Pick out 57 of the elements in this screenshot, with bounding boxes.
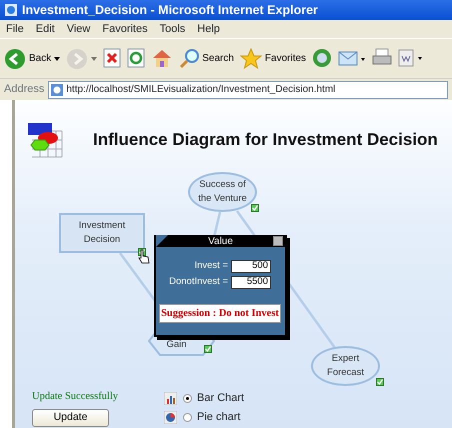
status-message: Update Successfully: [32, 390, 118, 404]
value-field[interactable]: 500: [231, 260, 271, 273]
checkbox[interactable]: [251, 204, 259, 212]
url-text: http://localhost/SMILEvisualization/Investment_Decision.html: [66, 83, 336, 97]
media-icon: [312, 48, 332, 70]
node-label: Forecast: [327, 366, 364, 380]
refresh-button[interactable]: [127, 48, 146, 70]
ellipse-node[interactable]: Success of the Venture: [188, 172, 257, 212]
node-label: Success of: [199, 178, 246, 192]
document-icon: [398, 48, 424, 70]
stop-icon: [103, 48, 122, 70]
caret-icon: [54, 56, 60, 60]
suggestion-text: Suggession : Do not Invest: [159, 304, 281, 324]
field-label: Invest =: [194, 259, 228, 273]
menu-item[interactable]: Tools: [160, 20, 186, 38]
media-button[interactable]: [312, 48, 332, 70]
checkbox[interactable]: [376, 378, 384, 386]
popup-title: Value: [208, 234, 233, 248]
radio-button[interactable]: [183, 394, 192, 402]
bar-chart-icon: [164, 392, 178, 404]
menu-item[interactable]: Edit: [36, 20, 55, 38]
home-icon: [151, 48, 174, 70]
address-label: Address: [4, 82, 44, 98]
refresh-icon: [127, 48, 146, 70]
option-label[interactable]: Pie chart: [197, 408, 240, 426]
search-button[interactable]: Search: [179, 48, 234, 70]
page-icon: [51, 84, 64, 96]
search-icon: [179, 48, 200, 70]
checkbox[interactable]: [204, 345, 212, 353]
node-label: Decision: [84, 233, 120, 247]
option-label[interactable]: Bar Chart: [197, 390, 244, 406]
menu-item[interactable]: File: [6, 20, 24, 38]
update-button[interactable]: Update: [32, 408, 109, 427]
pie-chart-icon: [164, 410, 178, 424]
word-button[interactable]: [398, 48, 424, 70]
field-label: DonotInvest =: [169, 275, 228, 290]
stop-button[interactable]: [103, 48, 122, 70]
value-field[interactable]: 5500: [231, 276, 271, 289]
caret-icon: [91, 56, 98, 60]
address-field[interactable]: http://localhost/SMILEvisualization/Investment_Decision.html: [48, 80, 448, 98]
menu-item[interactable]: Help: [197, 20, 220, 38]
node-label: Investment: [78, 218, 126, 233]
window-title: Investment_Decision - Microsoft Internet Explorer: [22, 2, 318, 19]
forward-icon: [66, 48, 88, 70]
node-label: Gain: [166, 338, 187, 352]
star-icon: [240, 48, 262, 70]
diagram-logo-icon: [28, 122, 63, 158]
back-button[interactable]: Back: [4, 48, 60, 70]
back-icon: [4, 48, 26, 70]
radio-button[interactable]: [183, 412, 192, 422]
node-label: the Venture: [198, 192, 247, 206]
home-button[interactable]: [151, 48, 174, 70]
menu-item[interactable]: View: [66, 20, 90, 38]
node-label: Expert: [332, 352, 360, 366]
menu-item[interactable]: Favorites: [102, 20, 148, 38]
favorites-button[interactable]: Favorites: [240, 48, 306, 70]
page-title: Influence Diagram for Investment Decision: [93, 129, 438, 152]
